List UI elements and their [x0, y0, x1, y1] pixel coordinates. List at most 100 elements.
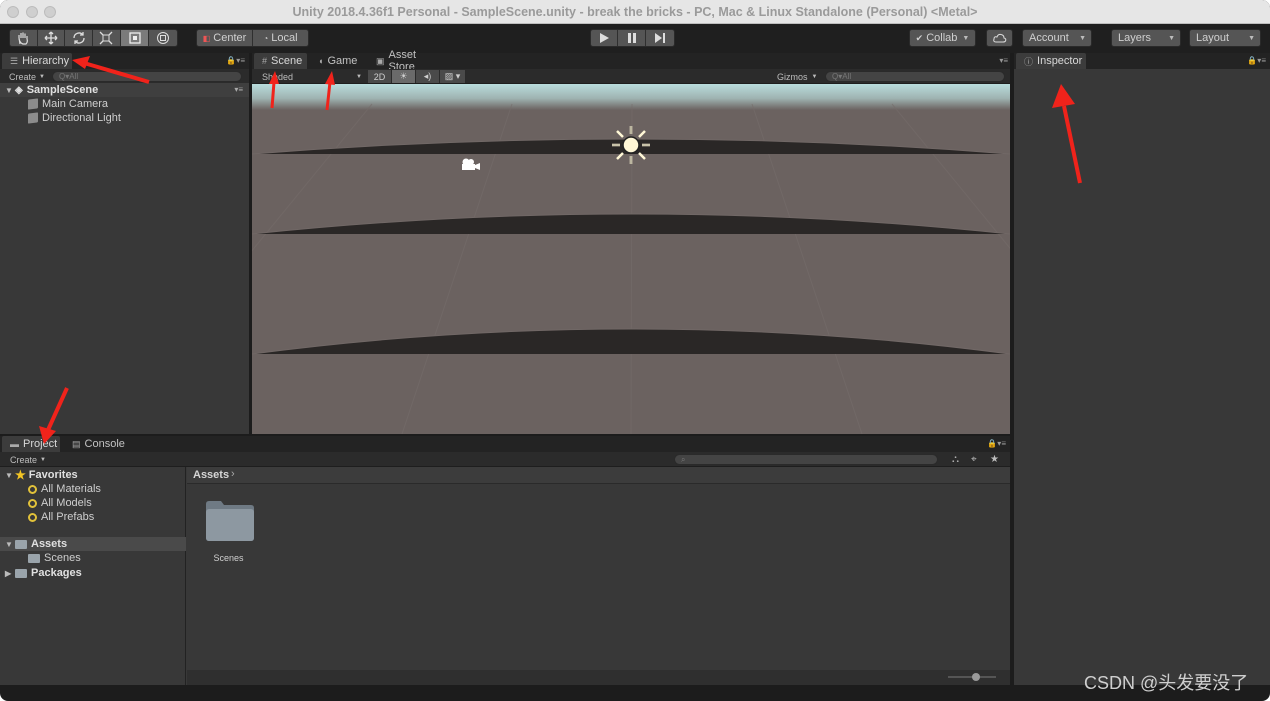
scene-tab-bar: # Scene ◖ Game ▣ Asset Store ▾≡: [252, 49, 1010, 73]
center-pivot-icon: ◧: [202, 33, 211, 43]
tab-scene-label: Scene: [271, 55, 303, 67]
transform-tool-icon[interactable]: [149, 30, 177, 46]
hierarchy-item-label: Main Camera: [42, 98, 109, 110]
zoom-slider-thumb[interactable]: [972, 673, 980, 681]
hierarchy-toolbar: Create ▼ Q▾All: [0, 69, 249, 84]
favorites-header[interactable]: ▼ ★ Favorites: [5, 468, 78, 482]
pivot-local-toggle[interactable]: ◔ Local: [253, 30, 308, 46]
large-folder-icon: [206, 501, 254, 541]
play-icon[interactable]: [591, 30, 619, 46]
asset-grid-item[interactable]: Scenes: [205, 500, 255, 563]
tab-project[interactable]: ▬ Project: [2, 436, 60, 452]
expand-triangle-icon[interactable]: ▼: [5, 540, 15, 549]
chevron-down-icon: ▼: [1168, 34, 1175, 42]
search-icon: ⌕: [681, 455, 686, 464]
rect-tool-icon[interactable]: [120, 30, 150, 46]
step-icon[interactable]: [645, 30, 674, 46]
chevron-right-icon: ›: [231, 468, 235, 480]
scale-tool-icon[interactable]: [93, 30, 121, 46]
layers-dropdown[interactable]: Layers ▼: [1111, 29, 1181, 47]
hierarchy-tab-bar: ☰ Hierarchy 🔒▾≡: [0, 53, 249, 69]
camera-gizmo-icon[interactable]: [458, 156, 482, 174]
chevron-down-icon: ▼: [811, 73, 818, 80]
breadcrumb-assets[interactable]: Assets: [193, 469, 229, 481]
playmode-controls: [590, 29, 675, 47]
search-icon: [28, 498, 37, 508]
filter-by-type-icon[interactable]: ⛬: [952, 453, 959, 466]
shading-mode-label: Shaded: [262, 71, 294, 82]
project-footer: [187, 670, 1010, 685]
scenes-folder-label: Scenes: [44, 552, 81, 564]
scenes-folder[interactable]: Scenes: [28, 551, 81, 565]
tab-scene[interactable]: # Scene: [254, 53, 307, 69]
expand-triangle-icon[interactable]: ▼: [5, 86, 15, 95]
rotate-tool-icon[interactable]: [65, 30, 94, 46]
tab-console[interactable]: ▤ Console: [64, 436, 126, 452]
assets-folder[interactable]: ▼ Assets: [5, 537, 67, 551]
favorite-item[interactable]: All Models: [28, 496, 92, 510]
gizmos-dropdown[interactable]: Gizmos ▼: [777, 70, 817, 83]
scene-header[interactable]: ▼ ◈ SampleScene: [5, 83, 98, 97]
filter-by-label-icon[interactable]: ⌖: [971, 453, 977, 466]
folder-icon: [28, 553, 40, 563]
layout-dropdown[interactable]: Layout ▼: [1189, 29, 1261, 47]
project-create-dropdown[interactable]: Create ▼: [10, 453, 46, 466]
project-folder-tree: ▼ ★ Favorites All Materials All Models All…: [0, 467, 186, 685]
hierarchy-search-input[interactable]: Q▾All: [52, 71, 242, 82]
lighting-toggle-icon[interactable]: ☀: [392, 70, 416, 83]
hierarchy-item[interactable]: Directional Light: [28, 111, 121, 125]
effects-toggle-icon[interactable]: ▨ ▾: [440, 70, 466, 83]
check-icon: ✔: [915, 32, 924, 43]
tab-game[interactable]: ◖ Game: [310, 53, 368, 69]
gameobject-cube-icon: [28, 112, 38, 124]
star-icon: ★: [15, 468, 26, 482]
packages-folder-label: Packages: [31, 567, 82, 579]
tab-inspector[interactable]: ⓘ Inspector: [1016, 53, 1086, 69]
packages-folder[interactable]: ▶ Packages: [5, 566, 82, 580]
collab-dropdown[interactable]: ✔ Collab ▼: [909, 29, 976, 47]
panel-menu-icon[interactable]: 🔒▾≡: [1247, 56, 1266, 65]
hand-tool-icon[interactable]: [10, 30, 38, 46]
expand-triangle-icon[interactable]: ▼: [5, 471, 15, 480]
favorite-item[interactable]: All Prefabs: [28, 510, 94, 524]
chevron-down-icon: ▼: [356, 73, 362, 80]
shading-mode-dropdown[interactable]: Shaded ▼: [262, 70, 362, 83]
tab-hierarchy[interactable]: ☰ Hierarchy: [2, 53, 72, 69]
favorite-star-icon[interactable]: ★: [990, 453, 999, 466]
project-search-input[interactable]: ⌕: [674, 454, 938, 465]
audio-toggle-icon[interactable]: ◂): [416, 70, 440, 83]
collapse-triangle-icon[interactable]: ▶: [5, 569, 15, 578]
favorite-item[interactable]: All Materials: [28, 482, 101, 496]
scene-name: SampleScene: [26, 84, 99, 96]
main-toolbar: ◧ Center ◔ Local ✔ Collab ▼ Account ▼ Layers ▼: [0, 24, 1270, 53]
account-dropdown[interactable]: Account ▼: [1022, 29, 1092, 47]
pause-icon[interactable]: [618, 30, 646, 46]
tab-hierarchy-label: Hierarchy: [22, 55, 70, 67]
inspector-tab-bar: ⓘ Inspector 🔒▾≡: [1014, 53, 1270, 69]
move-tool-icon[interactable]: [37, 30, 66, 46]
tab-asset-store[interactable]: ▣ Asset Store: [368, 49, 448, 73]
layout-label: Layout: [1196, 32, 1230, 44]
pivot-center-toggle[interactable]: ◧ Center: [197, 30, 253, 46]
scene-menu-icon[interactable]: ▾≡: [234, 85, 243, 94]
hierarchy-item[interactable]: Main Camera: [28, 97, 108, 111]
directional-light-gizmo-icon[interactable]: [611, 125, 651, 165]
project-toolbar: Create ▼ ⌕ ⛬ ⌖ ★: [0, 452, 1010, 467]
gameobject-cube-icon: [28, 98, 38, 110]
panel-menu-icon[interactable]: 🔒▾≡: [987, 439, 1006, 448]
favorite-item-label: All Models: [41, 497, 92, 509]
folder-icon: [15, 539, 27, 549]
mode-2d-toggle[interactable]: 2D: [368, 70, 392, 83]
chevron-down-icon: ▼: [962, 34, 970, 42]
cloud-button[interactable]: [986, 29, 1013, 47]
search-icon: [28, 512, 37, 522]
scene-search-input[interactable]: Q▾All: [825, 71, 1005, 82]
panel-menu-icon[interactable]: 🔒▾≡: [226, 56, 245, 65]
hierarchy-create-dropdown[interactable]: Create ▼: [9, 70, 45, 83]
assets-folder-label: Assets: [31, 538, 68, 550]
chevron-down-icon: ▼: [40, 456, 46, 463]
watermark: CSDN @头发要没了: [1084, 673, 1249, 693]
panel-menu-icon[interactable]: ▾≡: [999, 56, 1008, 65]
project-create-label: Create: [10, 454, 38, 465]
breadcrumb: Assets ›: [187, 467, 1010, 484]
